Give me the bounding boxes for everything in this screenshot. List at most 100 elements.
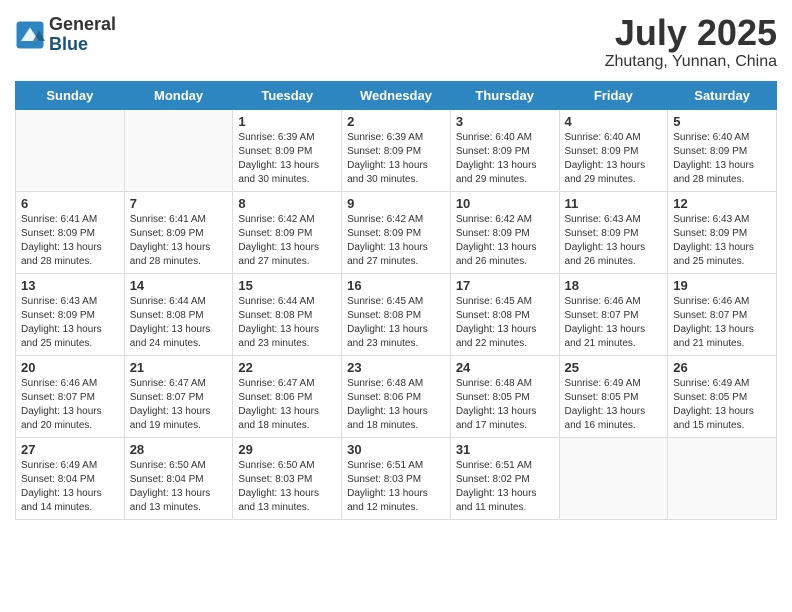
day-number: 24 <box>456 360 554 375</box>
day-info: Sunrise: 6:49 AM Sunset: 8:05 PM Dayligh… <box>565 377 663 433</box>
day-number: 19 <box>673 278 771 293</box>
day-info: Sunrise: 6:42 AM Sunset: 8:09 PM Dayligh… <box>238 213 336 269</box>
weekday-header-row: SundayMondayTuesdayWednesdayThursdayFrid… <box>16 82 777 110</box>
calendar-cell: 1 Sunrise: 6:39 AM Sunset: 8:09 PM Daylig… <box>233 110 342 192</box>
calendar-cell: 11 Sunrise: 6:43 AM Sunset: 8:09 PM Dayli… <box>559 192 668 274</box>
calendar-week-row: 20 Sunrise: 6:46 AM Sunset: 8:07 PM Dayli… <box>16 356 777 438</box>
day-number: 27 <box>21 442 119 457</box>
day-info: Sunrise: 6:41 AM Sunset: 8:09 PM Dayligh… <box>21 213 119 269</box>
calendar-cell: 5 Sunrise: 6:40 AM Sunset: 8:09 PM Daylig… <box>668 110 777 192</box>
calendar-cell: 12 Sunrise: 6:43 AM Sunset: 8:09 PM Dayli… <box>668 192 777 274</box>
day-number: 23 <box>347 360 445 375</box>
logo-blue-text: Blue <box>49 34 88 54</box>
calendar-cell: 18 Sunrise: 6:46 AM Sunset: 8:07 PM Dayli… <box>559 274 668 356</box>
logo-general-text: General <box>49 14 116 34</box>
day-number: 8 <box>238 196 336 211</box>
calendar-cell: 4 Sunrise: 6:40 AM Sunset: 8:09 PM Daylig… <box>559 110 668 192</box>
calendar-cell <box>124 110 233 192</box>
day-info: Sunrise: 6:48 AM Sunset: 8:06 PM Dayligh… <box>347 377 445 433</box>
calendar-cell: 29 Sunrise: 6:50 AM Sunset: 8:03 PM Dayli… <box>233 438 342 520</box>
calendar-week-row: 27 Sunrise: 6:49 AM Sunset: 8:04 PM Dayli… <box>16 438 777 520</box>
calendar-cell: 25Sunrise: 6:49 AM Sunset: 8:05 PM Dayli… <box>559 356 668 438</box>
day-info: Sunrise: 6:50 AM Sunset: 8:03 PM Dayligh… <box>238 459 336 515</box>
day-number: 18 <box>565 278 663 293</box>
day-number: 15 <box>238 278 336 293</box>
calendar-cell: 3 Sunrise: 6:40 AM Sunset: 8:09 PM Daylig… <box>450 110 559 192</box>
day-info: Sunrise: 6:39 AM Sunset: 8:09 PM Dayligh… <box>238 131 336 187</box>
day-info: Sunrise: 6:47 AM Sunset: 8:06 PM Dayligh… <box>238 377 336 433</box>
month-year-title: July 2025 <box>605 15 777 51</box>
calendar-cell: 19 Sunrise: 6:46 AM Sunset: 8:07 PM Dayli… <box>668 274 777 356</box>
day-info: Sunrise: 6:40 AM Sunset: 8:09 PM Dayligh… <box>456 131 554 187</box>
day-info: Sunrise: 6:41 AM Sunset: 8:09 PM Dayligh… <box>130 213 228 269</box>
day-info: Sunrise: 6:48 AM Sunset: 8:05 PM Dayligh… <box>456 377 554 433</box>
logo: General Blue <box>15 15 116 55</box>
day-info: Sunrise: 6:45 AM Sunset: 8:08 PM Dayligh… <box>456 295 554 351</box>
day-info: Sunrise: 6:51 AM Sunset: 8:03 PM Dayligh… <box>347 459 445 515</box>
calendar-cell: 23 Sunrise: 6:48 AM Sunset: 8:06 PM Dayli… <box>342 356 451 438</box>
day-info: Sunrise: 6:43 AM Sunset: 8:09 PM Dayligh… <box>565 213 663 269</box>
day-number: 29 <box>238 442 336 457</box>
day-number: 9 <box>347 196 445 211</box>
day-number: 28 <box>130 442 228 457</box>
day-info: Sunrise: 6:44 AM Sunset: 8:08 PM Dayligh… <box>130 295 228 351</box>
calendar-cell: 21 Sunrise: 6:47 AM Sunset: 8:07 PM Dayli… <box>124 356 233 438</box>
calendar-cell <box>16 110 125 192</box>
calendar-cell: 14 Sunrise: 6:44 AM Sunset: 8:08 PM Dayli… <box>124 274 233 356</box>
day-info: Sunrise: 6:43 AM Sunset: 8:09 PM Dayligh… <box>21 295 119 351</box>
day-info: Sunrise: 6:44 AM Sunset: 8:08 PM Dayligh… <box>238 295 336 351</box>
day-number: 13 <box>21 278 119 293</box>
day-number: 6 <box>21 196 119 211</box>
day-number: 21 <box>130 360 228 375</box>
calendar-cell: 6 Sunrise: 6:41 AM Sunset: 8:09 PM Daylig… <box>16 192 125 274</box>
location-subtitle: Zhutang, Yunnan, China <box>605 53 777 71</box>
calendar-cell <box>559 438 668 520</box>
day-number: 7 <box>130 196 228 211</box>
calendar-cell: 17 Sunrise: 6:45 AM Sunset: 8:08 PM Dayli… <box>450 274 559 356</box>
day-info: Sunrise: 6:49 AM Sunset: 8:05 PM Dayligh… <box>673 377 771 433</box>
day-info: Sunrise: 6:46 AM Sunset: 8:07 PM Dayligh… <box>565 295 663 351</box>
day-number: 31 <box>456 442 554 457</box>
calendar-cell: 31 Sunrise: 6:51 AM Sunset: 8:02 PM Dayli… <box>450 438 559 520</box>
weekday-header-saturday: Saturday <box>668 82 777 110</box>
day-number: 10 <box>456 196 554 211</box>
day-number: 30 <box>347 442 445 457</box>
calendar-cell: 26 Sunrise: 6:49 AM Sunset: 8:05 PM Dayli… <box>668 356 777 438</box>
weekday-header-sunday: Sunday <box>16 82 125 110</box>
day-number: 16 <box>347 278 445 293</box>
day-number: 22 <box>238 360 336 375</box>
day-info: Sunrise: 6:40 AM Sunset: 8:09 PM Dayligh… <box>565 131 663 187</box>
weekday-header-wednesday: Wednesday <box>342 82 451 110</box>
calendar-cell: 24 Sunrise: 6:48 AM Sunset: 8:05 PM Dayli… <box>450 356 559 438</box>
day-info: Sunrise: 6:45 AM Sunset: 8:08 PM Dayligh… <box>347 295 445 351</box>
day-info: Sunrise: 6:46 AM Sunset: 8:07 PM Dayligh… <box>673 295 771 351</box>
day-info: Sunrise: 6:42 AM Sunset: 8:09 PM Dayligh… <box>347 213 445 269</box>
day-info: Sunrise: 6:46 AM Sunset: 8:07 PM Dayligh… <box>21 377 119 433</box>
calendar-cell: 9 Sunrise: 6:42 AM Sunset: 8:09 PM Daylig… <box>342 192 451 274</box>
day-number: 20 <box>21 360 119 375</box>
day-number: 4 <box>565 114 663 129</box>
day-info: Sunrise: 6:51 AM Sunset: 8:02 PM Dayligh… <box>456 459 554 515</box>
logo-icon <box>15 20 45 50</box>
weekday-header-thursday: Thursday <box>450 82 559 110</box>
day-info: Sunrise: 6:49 AM Sunset: 8:04 PM Dayligh… <box>21 459 119 515</box>
calendar-cell: 13 Sunrise: 6:43 AM Sunset: 8:09 PM Dayli… <box>16 274 125 356</box>
day-info: Sunrise: 6:39 AM Sunset: 8:09 PM Dayligh… <box>347 131 445 187</box>
day-info: Sunrise: 6:40 AM Sunset: 8:09 PM Dayligh… <box>673 131 771 187</box>
day-info: Sunrise: 6:43 AM Sunset: 8:09 PM Dayligh… <box>673 213 771 269</box>
day-number: 12 <box>673 196 771 211</box>
day-number: 17 <box>456 278 554 293</box>
day-number: 2 <box>347 114 445 129</box>
day-info: Sunrise: 6:42 AM Sunset: 8:09 PM Dayligh… <box>456 213 554 269</box>
calendar-cell: 2 Sunrise: 6:39 AM Sunset: 8:09 PM Daylig… <box>342 110 451 192</box>
day-number: 5 <box>673 114 771 129</box>
day-number: 1 <box>238 114 336 129</box>
day-number: 26 <box>673 360 771 375</box>
page-header: General Blue July 2025 Zhutang, Yunnan, … <box>15 15 777 71</box>
day-number: 14 <box>130 278 228 293</box>
day-info: Sunrise: 6:47 AM Sunset: 8:07 PM Dayligh… <box>130 377 228 433</box>
calendar-cell: 27 Sunrise: 6:49 AM Sunset: 8:04 PM Dayli… <box>16 438 125 520</box>
weekday-header-friday: Friday <box>559 82 668 110</box>
day-number: 3 <box>456 114 554 129</box>
day-number: 11 <box>565 196 663 211</box>
